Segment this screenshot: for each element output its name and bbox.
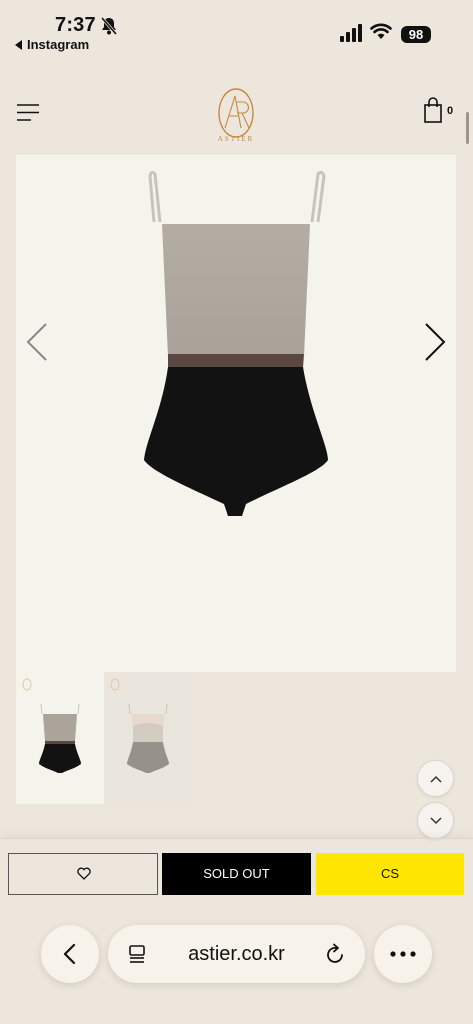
chevron-left-icon[interactable] (24, 322, 50, 362)
scroll-down-button[interactable] (417, 802, 454, 839)
status-bar: 7:37 Instagram 98 (0, 0, 473, 58)
sold-out-button[interactable]: SOLD OUT (162, 853, 311, 895)
wifi-icon (370, 23, 392, 39)
status-time: 7:37 (55, 14, 96, 36)
more-options-button[interactable] (374, 925, 432, 983)
heart-icon (77, 867, 91, 880)
back-triangle-icon (15, 40, 22, 50)
logo-watermark-icon (110, 678, 120, 691)
logo-text: ASTIER (217, 135, 255, 143)
bell-slash-icon (100, 17, 118, 35)
thumbnail-bodysuit-image (39, 703, 81, 773)
reload-icon[interactable] (325, 943, 346, 965)
product-action-bar: SOLD OUT CS (0, 838, 473, 908)
chevron-up-icon (430, 775, 442, 783)
more-icon (390, 951, 416, 957)
product-bodysuit-image (144, 170, 328, 516)
hamburger-menu-icon[interactable] (17, 104, 39, 121)
site-header: ASTIER 0 (0, 75, 473, 150)
thumbnail-black-beige[interactable] (16, 672, 104, 804)
address-bar[interactable]: astier.co.kr (108, 925, 365, 983)
thumbnail-grey-beige[interactable] (104, 672, 192, 804)
chevron-down-icon (430, 817, 442, 825)
shopping-bag-icon[interactable] (424, 97, 442, 123)
back-to-instagram-link[interactable]: Instagram (15, 37, 89, 52)
thumbnail-bodysuit-image (127, 703, 169, 773)
chevron-right-icon[interactable] (422, 322, 448, 362)
back-chevron-icon (63, 943, 76, 965)
signal-icon (340, 24, 362, 42)
browser-back-button[interactable] (41, 925, 99, 983)
scroll-up-button[interactable] (417, 760, 454, 797)
logo-watermark-icon (22, 678, 32, 691)
wishlist-button[interactable] (8, 853, 158, 895)
back-app-label: Instagram (27, 37, 90, 52)
cs-button[interactable]: CS (316, 853, 464, 895)
battery-icon: 98 (401, 26, 431, 43)
page-scrollbar[interactable] (466, 112, 469, 144)
cart-count: 0 (447, 105, 454, 117)
